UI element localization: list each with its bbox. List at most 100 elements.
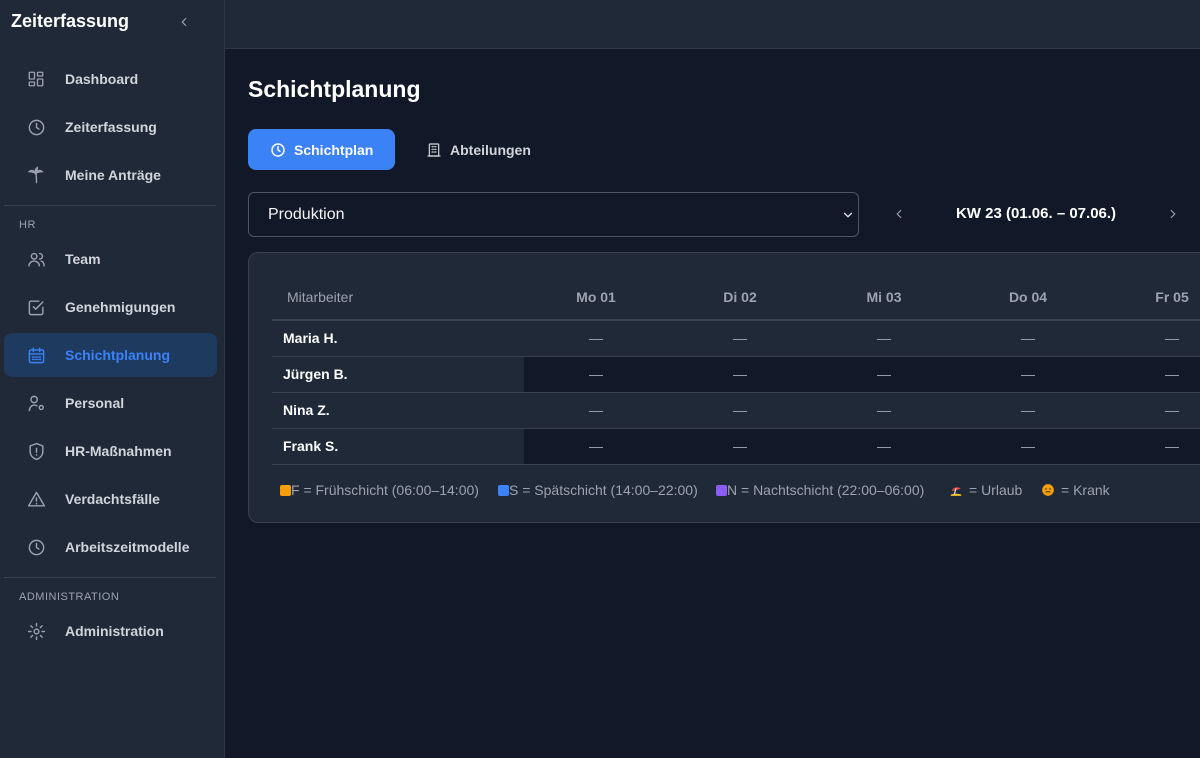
department-select[interactable]: Produktion — [248, 192, 859, 237]
sidebar-item-label: Arbeitszeitmodelle — [65, 539, 190, 555]
legend-label: N = Nachtschicht (22:00–06:00) — [727, 482, 925, 498]
tab-label: Abteilungen — [450, 141, 531, 158]
shift-cell[interactable]: — — [700, 429, 780, 464]
section-label-administration: ADMINISTRATION — [19, 591, 120, 603]
legend-item-nachtschicht: N = Nachtschicht (22:00–06:00) — [716, 482, 924, 498]
legend-swatch — [498, 484, 509, 496]
sidebar-item-schichtplanung[interactable]: Schichtplanung — [4, 333, 217, 377]
sidebar-item-label: Personal — [65, 395, 125, 411]
column-header-day: Di 02 — [723, 289, 757, 305]
shift-cell[interactable]: — — [700, 393, 780, 428]
shift-cell[interactable]: — — [556, 357, 636, 392]
collapse-sidebar-button[interactable] — [174, 12, 194, 32]
shift-cell[interactable]: — — [988, 429, 1068, 464]
user-cog-icon — [26, 393, 46, 413]
section-label-hr: HR — [19, 219, 36, 231]
sidebar-item-label: Dashboard — [65, 71, 139, 87]
sidebar-item-dashboard[interactable]: Dashboard — [4, 57, 217, 101]
employee-cell: Maria H. — [272, 321, 524, 356]
employee-cell: Nina Z. — [272, 393, 524, 428]
employee-name: Jürgen B. — [283, 366, 348, 382]
employee-cell: Jürgen B. — [272, 357, 524, 392]
shift-cell[interactable]: — — [844, 429, 924, 464]
shift-cell[interactable]: — — [1132, 429, 1200, 464]
sidebar-item-team[interactable]: Team — [4, 237, 217, 281]
previous-week-button[interactable] — [889, 204, 909, 224]
column-header-day: Fr 05 — [1155, 289, 1189, 305]
sidebar-divider — [4, 577, 216, 578]
table-row: Nina Z. — — — — — — [272, 393, 1200, 429]
sidebar-item-label: Zeiterfassung — [65, 119, 157, 135]
sidebar-item-hr-massnahmen[interactable]: HR-Maßnahmen — [4, 429, 217, 473]
top-header — [225, 0, 1200, 49]
employee-name: Frank S. — [283, 438, 339, 454]
tab-label: Schichtplan — [294, 141, 374, 158]
shift-cell[interactable]: — — [844, 357, 924, 392]
shift-cell[interactable]: — — [844, 321, 924, 356]
palm-tree-icon — [26, 165, 46, 185]
next-week-button[interactable] — [1163, 204, 1183, 224]
chevron-down-icon — [843, 212, 853, 218]
column-header-day: Do 04 — [1008, 289, 1048, 305]
clock-icon — [270, 142, 286, 158]
clock-icon — [26, 117, 46, 137]
week-label: KW 23 (01.06. – 07.06.) — [955, 205, 1117, 222]
sidebar-item-personal[interactable]: Personal — [4, 381, 217, 425]
sidebar-item-verdachtsfaelle[interactable]: Verdachtsfälle — [4, 477, 217, 521]
grid-icon — [26, 69, 46, 89]
table-row: Frank S. — — — — — — [272, 429, 1200, 465]
legend-item-spaetschicht: S = Spätschicht (14:00–22:00) — [498, 482, 698, 498]
column-header-day: Mi 03 — [866, 289, 902, 305]
sidebar-item-label: Meine Anträge — [65, 167, 161, 183]
sidebar-item-arbeitszeitmodelle[interactable]: Arbeitszeitmodelle — [4, 525, 217, 569]
shift-cell[interactable]: — — [988, 357, 1068, 392]
shift-cell[interactable]: — — [988, 321, 1068, 356]
legend-item-urlaub: = Urlaub — [949, 482, 1022, 498]
legend-swatch — [716, 484, 727, 496]
shift-cell[interactable]: — — [1132, 393, 1200, 428]
sidebar-item-zeiterfassung[interactable]: Zeiterfassung — [4, 105, 217, 149]
beach-icon — [949, 483, 963, 497]
users-icon — [26, 249, 46, 269]
legend-item-fruehschicht: F = Frühschicht (06:00–14:00) — [280, 482, 479, 498]
shift-cell[interactable]: — — [556, 321, 636, 356]
app-title: Zeiterfassung — [11, 11, 130, 31]
sidebar-item-label: Verdachtsfälle — [65, 491, 160, 507]
chevron-left-icon — [896, 209, 902, 219]
tab-schichtplan[interactable]: Schichtplan — [248, 129, 395, 170]
clock-icon — [26, 537, 46, 557]
sidebar-item-genehmigungen[interactable]: Genehmigungen — [4, 285, 217, 329]
legend-item-krank: = Krank — [1041, 482, 1110, 498]
sidebar-item-label: Schichtplanung — [65, 347, 170, 363]
employee-name: Maria H. — [283, 330, 338, 346]
shift-cell[interactable]: — — [700, 321, 780, 356]
employee-cell: Frank S. — [272, 429, 524, 464]
sidebar-item-label: Genehmigungen — [65, 299, 176, 315]
shift-cell[interactable]: — — [700, 357, 780, 392]
gear-icon — [26, 621, 46, 641]
shift-cell[interactable]: — — [556, 393, 636, 428]
page-title: Schichtplanung — [248, 76, 421, 102]
legend-swatch — [280, 484, 291, 496]
chevron-right-icon — [1170, 209, 1176, 219]
tab-abteilungen[interactable]: Abteilungen — [418, 129, 548, 170]
sidebar-divider — [4, 205, 216, 206]
sick-face-icon — [1041, 483, 1055, 497]
chevron-left-icon — [181, 17, 187, 27]
sidebar-item-administration[interactable]: Administration — [4, 609, 217, 653]
shift-cell[interactable]: — — [844, 393, 924, 428]
shield-alert-icon — [26, 441, 46, 461]
department-select-value: Produktion — [268, 205, 345, 223]
legend-label: S = Spätschicht (14:00–22:00) — [509, 482, 698, 498]
employee-name: Nina Z. — [283, 402, 330, 418]
legend-label: F = Frühschicht (06:00–14:00) — [291, 482, 479, 498]
sidebar-item-label: HR-Maßnahmen — [65, 443, 172, 459]
building-icon — [426, 142, 442, 158]
shift-cell[interactable]: — — [556, 429, 636, 464]
sidebar-item-meine-antraege[interactable]: Meine Anträge — [4, 153, 217, 197]
shift-cell[interactable]: — — [988, 393, 1068, 428]
shift-cell[interactable]: — — [1132, 321, 1200, 356]
shift-cell[interactable]: — — [1132, 357, 1200, 392]
sidebar: Zeiterfassung Dashboard Zeiterfassung Me… — [0, 0, 225, 758]
sidebar-item-label: Team — [65, 251, 101, 267]
